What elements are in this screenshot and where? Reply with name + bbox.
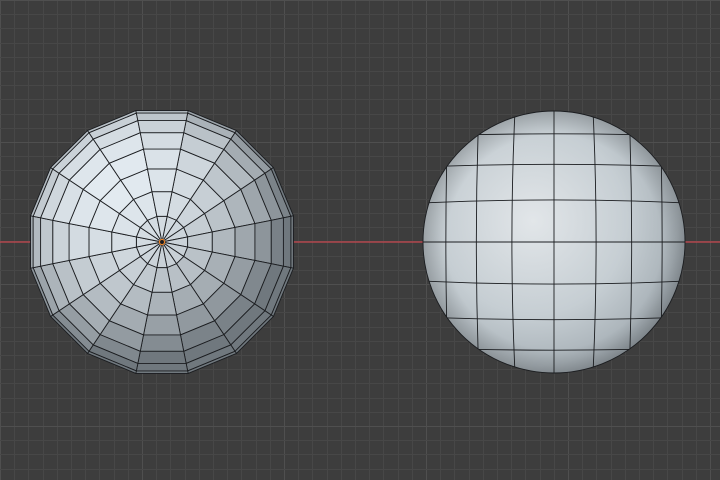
low-poly-sphere[interactable] [30,110,294,374]
mesh-face [234,223,256,261]
mesh-face [143,314,181,336]
mesh-face [40,217,54,267]
viewport-canvas[interactable] [0,0,720,480]
mesh-face [139,334,185,352]
mesh-face [135,370,189,374]
mesh-face [270,217,284,267]
mesh-face [88,227,113,257]
subdivided-sphere[interactable] [422,110,686,374]
mesh-face [137,120,187,134]
mesh-face [211,227,236,257]
mesh-face [52,219,70,265]
mesh-face [30,215,34,269]
mesh-face [135,362,189,372]
mesh-face [290,215,294,269]
mesh-face [139,132,185,150]
mesh-face [32,215,42,269]
mesh-face [147,291,177,316]
mesh-face [143,148,181,170]
mesh-face [135,112,189,122]
mesh-face [254,219,272,265]
mesh-face [282,215,292,269]
mesh-face [137,350,187,364]
3d-viewport[interactable] [0,0,720,480]
mesh-face [135,110,189,114]
mesh-face [68,223,90,261]
mesh-face [147,168,177,193]
